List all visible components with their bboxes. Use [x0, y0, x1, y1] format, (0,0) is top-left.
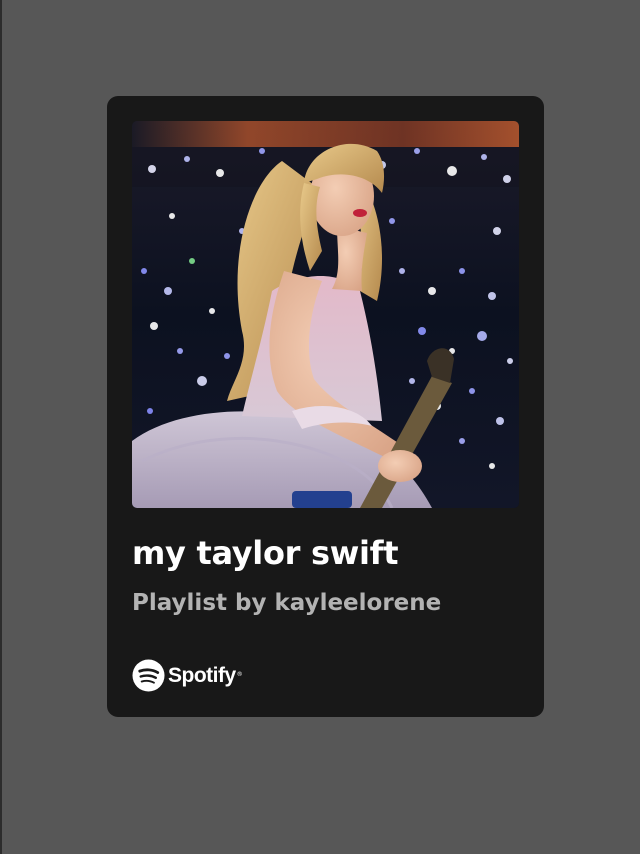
spotify-brand-link[interactable]: Spotify ®: [132, 658, 243, 692]
spotify-logo-icon: [132, 658, 165, 692]
playlist-owner[interactable]: Playlist by kayleelorene: [132, 588, 441, 618]
window-edge: [0, 0, 2, 854]
playlist-title[interactable]: my taylor swift: [132, 533, 399, 573]
playlist-cover-image[interactable]: [132, 121, 519, 508]
trademark-mark: ®: [236, 671, 243, 678]
cover-artwork: [132, 121, 519, 508]
spotify-wordmark: Spotify: [168, 663, 236, 687]
playlist-embed-card[interactable]: my taylor swift Playlist by kayleelorene…: [107, 96, 544, 717]
